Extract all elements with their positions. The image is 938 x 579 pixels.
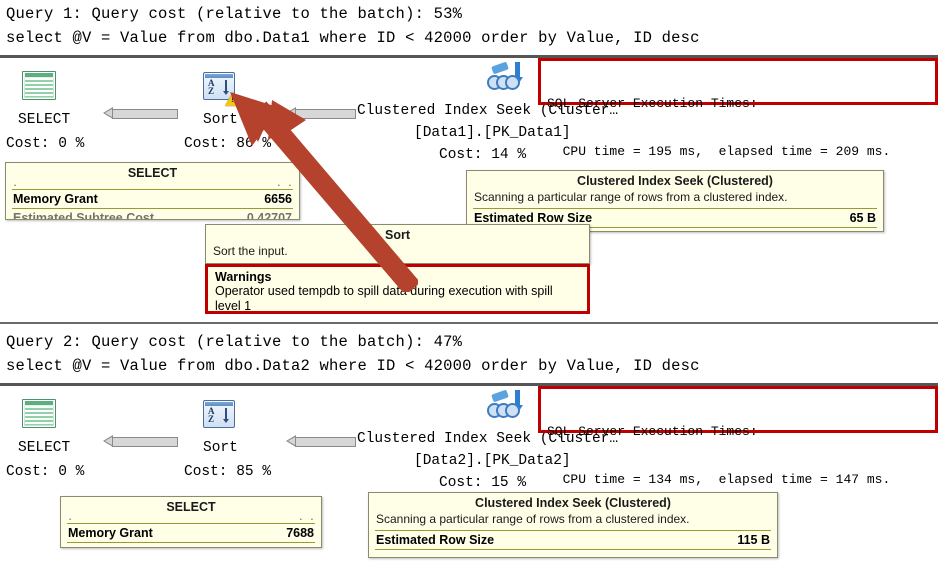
execution-plan-screenshot: Query 1: Query cost (relative to the bat…	[0, 0, 938, 579]
clustered-index-seek-icon[interactable]	[487, 389, 523, 420]
select-tooltip-q2: SELECT · · · Memory Grant 7688	[60, 496, 322, 548]
exec-times-line2-q2: CPU time = 134 ms, elapsed time = 147 ms…	[547, 472, 891, 487]
seek-tooltip-q2: Clustered Index Seek (Clustered) Scannin…	[368, 492, 778, 558]
clustered-index-seek-icon[interactable]	[487, 61, 523, 92]
exec-times-line1-q1: SQL Server Execution Times:	[547, 96, 758, 111]
select-tooltip-row-memory-grant-q2: Memory Grant 7688	[61, 524, 321, 542]
row-label: Memory Grant	[68, 526, 153, 540]
seek-cost-q1: Cost: 14 %	[439, 147, 527, 163]
exec-times-line1-q2: SQL Server Execution Times:	[547, 424, 758, 439]
row-label: Memory Grant	[13, 192, 98, 206]
sort-label-q2: Sort	[203, 440, 238, 456]
row-label: Estimated Row Size	[376, 533, 495, 547]
sort-cost-q2: Cost: 85 %	[184, 464, 272, 480]
query-2-header: Query 2: Query cost (relative to the bat…	[6, 333, 463, 351]
row-value: 7688	[286, 526, 314, 540]
seek-tooltip-title-q2: Clustered Index Seek (Clustered)	[475, 496, 671, 510]
seek-tooltip-desc-q1: Scanning a particular range of rows from…	[474, 190, 788, 204]
select-cost-q1: Cost: 0 %	[6, 136, 85, 152]
select-result-icon[interactable]	[22, 71, 56, 100]
row-value: 115 B	[737, 533, 770, 547]
annotation-arrow	[230, 92, 418, 292]
select-result-icon[interactable]	[22, 399, 56, 428]
flow-arrow-sort-to-select	[103, 435, 178, 447]
flow-arrow-sort-to-select	[103, 107, 178, 119]
seek-tooltip-title-q1: Clustered Index Seek (Clustered)	[577, 174, 773, 188]
select-label-q2: SELECT	[18, 440, 71, 456]
execution-times-box-q2: SQL Server Execution Times: CPU time = 1…	[538, 386, 938, 487]
seek-cost-q2: Cost: 15 %	[439, 475, 527, 491]
query-section-divider	[0, 322, 938, 324]
query-2-sql: select @V = Value from dbo.Data2 where I…	[6, 357, 700, 375]
sort-icon[interactable]: AZ	[203, 400, 235, 428]
seek-tooltip-desc-q2: Scanning a particular range of rows from…	[376, 512, 690, 526]
select-label-q1: SELECT	[18, 112, 71, 128]
row-value: 65 B	[849, 211, 876, 225]
query-1-header: Query 1: Query cost (relative to the bat…	[6, 5, 463, 23]
row-label: Estimated Subtree Cost	[13, 211, 155, 220]
query-1-sql: select @V = Value from dbo.Data1 where I…	[6, 29, 700, 47]
select-cost-q2: Cost: 0 %	[6, 464, 85, 480]
flow-arrow-seek-to-sort	[286, 435, 356, 447]
execution-times-box-q1: SQL Server Execution Times: CPU time = 1…	[538, 58, 938, 159]
exec-times-line2-q1: CPU time = 195 ms, elapsed time = 209 ms…	[547, 144, 891, 159]
seek-tooltip-row-row-size-q2: Estimated Row Size 115 B	[369, 531, 777, 549]
row-label: Estimated Row Size	[474, 211, 593, 225]
seek-tooltip-q1: Clustered Index Seek (Clustered) Scannin…	[466, 170, 884, 232]
select-tooltip-title-q2: SELECT	[166, 500, 216, 514]
